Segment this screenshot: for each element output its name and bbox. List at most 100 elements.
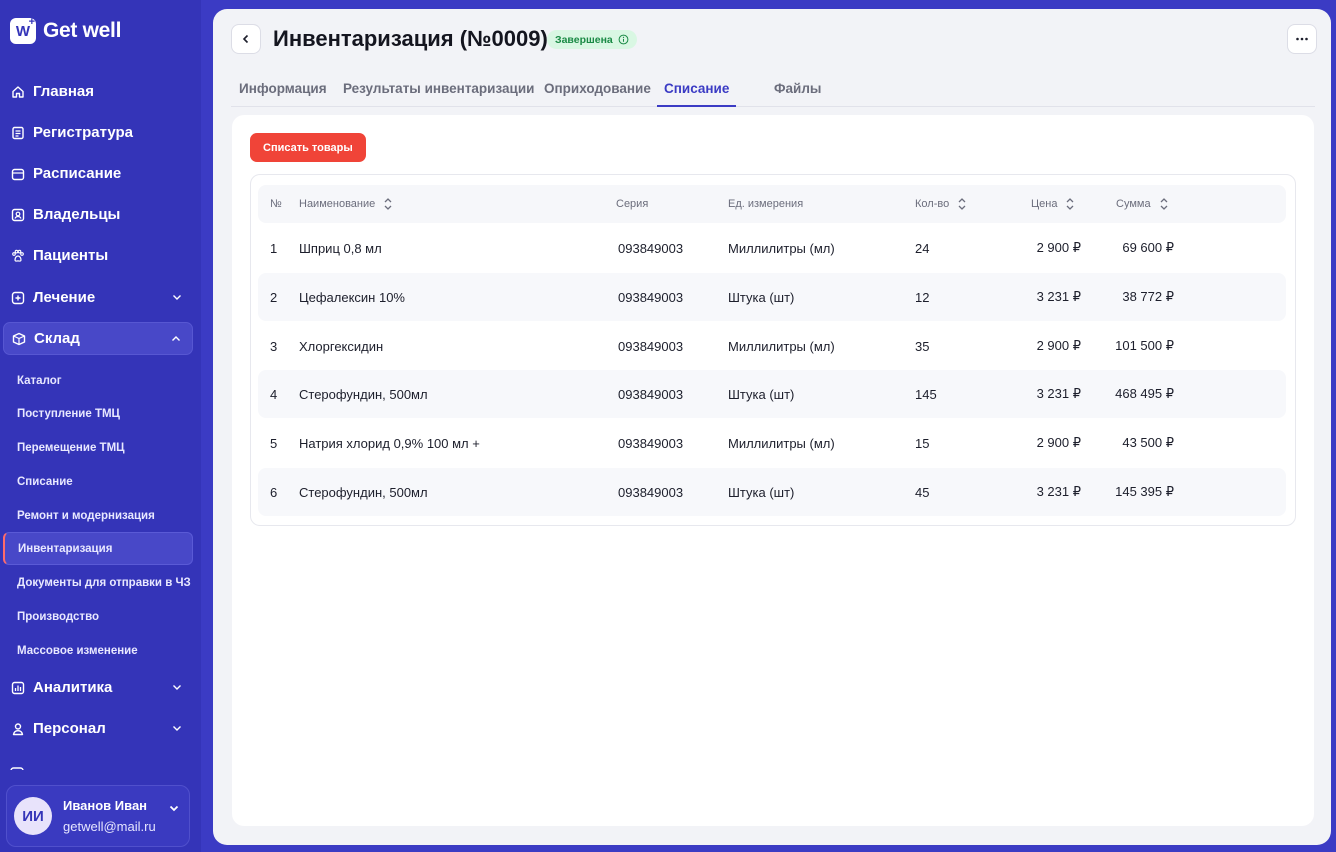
avatar: ИИ (14, 797, 52, 835)
cell-sum: 38 772 ₽ (1122, 289, 1174, 304)
cell-number: 4 (270, 386, 278, 402)
tab-info[interactable]: Информация (232, 73, 334, 107)
back-button[interactable] (231, 24, 261, 54)
chevron-down-icon[interactable] (168, 802, 180, 814)
cell-qty: 24 (915, 240, 930, 256)
cell-price: 2 900 ₽ (1036, 435, 1081, 450)
chevron-up-icon (172, 336, 180, 341)
sidebar-item-patients[interactable]: Пациенты (3, 239, 193, 272)
sort-icon (1160, 198, 1168, 210)
writeoff-button[interactable]: Списать товары (250, 133, 366, 162)
person-icon (10, 721, 25, 736)
cell-unit: Штука (шт) (728, 289, 795, 305)
cell-price: 2 900 ₽ (1036, 338, 1081, 353)
user-menu[interactable]: ИИ Иванов Иван getwell@mail.ru (6, 785, 190, 847)
app-logo[interactable]: W + Get well (10, 16, 121, 45)
cell-series: 093849003 (618, 435, 684, 451)
cell-series: 093849003 (618, 386, 684, 402)
cell-series: 093849003 (618, 484, 684, 500)
sidebar-item-label: Регистратура (33, 124, 134, 141)
cell-unit: Миллилитры (мл) (728, 435, 835, 451)
cell-price: 3 231 ₽ (1036, 484, 1081, 499)
tab-receipt[interactable]: Оприходование (537, 73, 658, 107)
cell-price: 3 231 ₽ (1036, 289, 1081, 304)
th-qty[interactable]: Кол-во (915, 185, 967, 223)
sort-icon (1066, 198, 1074, 210)
sidebar-subitem-writeoff[interactable]: Списание (3, 465, 193, 498)
sidebar-subitem-transfer[interactable]: Перемещение ТМЦ (3, 431, 193, 464)
sidebar-item-owners[interactable]: Владельцы (3, 198, 193, 231)
register-icon (10, 125, 25, 140)
tab-results[interactable]: Результаты инвентаризации (336, 73, 541, 107)
owners-icon (10, 207, 25, 222)
table-row[interactable]: 2 Цефалексин 10% 093849003 Штука (шт) 12… (258, 273, 1286, 321)
cell-series: 093849003 (618, 338, 684, 354)
sidebar-subitem-production[interactable]: Производство (3, 600, 193, 633)
table-row[interactable]: 6 Стерофундин, 500мл 093849003 Штука (шт… (258, 468, 1286, 516)
cell-number: 6 (270, 484, 278, 500)
th-name[interactable]: Наименование (299, 185, 393, 223)
sidebar-item-registry[interactable]: Регистратура (3, 116, 193, 149)
tab-files[interactable]: Файлы (767, 73, 828, 107)
logo-icon: W + (10, 16, 36, 44)
sidebar-subitem-cz-docs[interactable]: Документы для отправки в ЧЗ (3, 566, 193, 599)
sidebar-item-analytics[interactable]: Аналитика (3, 671, 193, 704)
sidebar-item-warehouse[interactable]: Склад (3, 322, 193, 355)
sidebar: W + Get well Главная Регистратура Расписа… (0, 0, 201, 852)
sidebar-item-treatment[interactable]: Лечение (3, 281, 193, 314)
table-row[interactable]: 4 Стерофундин, 500мл 093849003 Штука (шт… (258, 370, 1286, 418)
table-row[interactable]: 3 Хлоргексидин 093849003 Миллилитры (мл)… (258, 322, 1286, 370)
cell-sum: 145 395 ₽ (1115, 484, 1174, 499)
th-sum[interactable]: Сумма (1116, 185, 1169, 223)
user-name: Иванов Иван (63, 798, 148, 813)
sidebar-item-label: Главная (33, 83, 95, 100)
more-icon (1296, 37, 1308, 41)
tab-writeoff[interactable]: Списание (657, 73, 737, 107)
chart-icon (10, 680, 25, 695)
cell-number: 2 (270, 289, 278, 305)
sidebar-subitem-inventory[interactable]: Инвентаризация (3, 532, 193, 565)
cell-sum: 101 500 ₽ (1115, 338, 1174, 353)
cell-unit: Штука (шт) (728, 386, 795, 402)
th-price[interactable]: Цена (1031, 185, 1075, 223)
sidebar-item-home[interactable]: Главная (3, 75, 193, 108)
tabs: Информация Результаты инвентаризации Опр… (231, 73, 1315, 107)
sidebar-subitem-receipt[interactable]: Поступление ТМЦ (3, 397, 193, 430)
table-row[interactable]: 1 Шприц 0,8 мл 093849003 Миллилитры (мл)… (258, 224, 1286, 272)
more-button[interactable] (1287, 24, 1317, 54)
cell-qty: 45 (915, 484, 930, 500)
table-row[interactable]: 5 Натрия хлорид 0,9% 100 мл + 093849003 … (258, 419, 1286, 467)
info-icon (618, 34, 629, 45)
chevron-down-icon (173, 726, 181, 731)
sort-icon (384, 198, 392, 210)
plus-square-icon (10, 290, 25, 305)
sidebar-item-label: Склад (34, 330, 80, 347)
content-card: Списать товары № Наименование Серия Ед. … (232, 115, 1314, 826)
cell-unit: Миллилитры (мл) (728, 240, 835, 256)
cell-qty: 12 (915, 289, 930, 305)
sidebar-item-label: Владельцы (33, 206, 121, 223)
cell-price: 3 231 ₽ (1036, 386, 1081, 401)
sidebar-item-staff[interactable]: Персонал (3, 712, 193, 745)
cell-series: 093849003 (618, 240, 684, 256)
sidebar-subitem-repair[interactable]: Ремонт и модернизация (3, 499, 193, 532)
cell-sum: 69 600 ₽ (1122, 240, 1174, 255)
status-label: Завершена (555, 33, 613, 46)
cell-sum: 43 500 ₽ (1122, 435, 1174, 450)
cell-unit: Миллилитры (мл) (728, 338, 835, 354)
sidebar-subitem-catalog[interactable]: Каталог (3, 364, 193, 397)
box-icon (11, 331, 26, 346)
sidebar-item-schedule[interactable]: Расписание (3, 157, 193, 190)
cell-series: 093849003 (618, 289, 684, 305)
paw-icon (10, 248, 25, 263)
main-panel: Инвентаризация (№0009) Завершена Информа… (213, 9, 1331, 845)
sidebar-item-label: Пациенты (33, 247, 109, 264)
cell-sum: 468 495 ₽ (1115, 386, 1174, 401)
cell-qty: 35 (915, 338, 930, 354)
calendar-icon (10, 166, 25, 181)
chevron-left-icon (242, 34, 249, 44)
th-unit: Ед. измерения (728, 198, 804, 210)
cell-number: 3 (270, 338, 278, 354)
cell-price: 2 900 ₽ (1036, 240, 1081, 255)
sidebar-subitem-mass-edit[interactable]: Массовое изменение (3, 634, 193, 667)
